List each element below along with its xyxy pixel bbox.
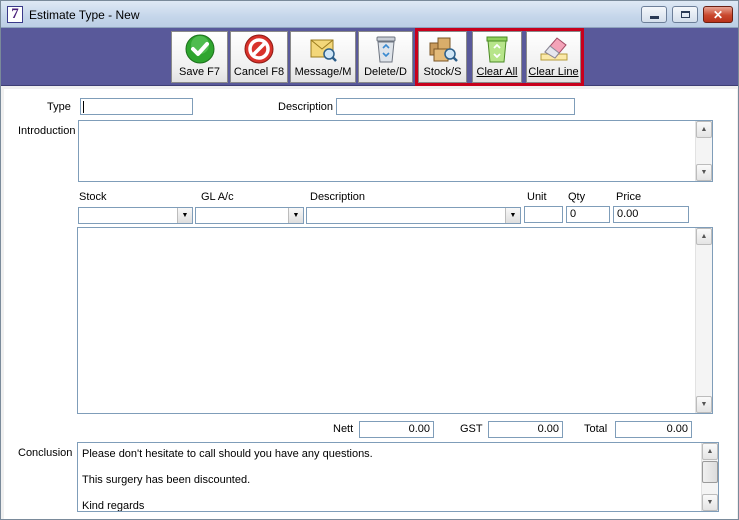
qty-column-label: Qty: [568, 191, 586, 203]
introduction-label: Introduction: [18, 125, 76, 137]
nett-label: Nett: [333, 423, 354, 435]
highlight-box: [415, 28, 584, 86]
type-input[interactable]: [80, 98, 193, 115]
description-input[interactable]: [336, 98, 575, 115]
text-caret: [83, 101, 84, 113]
estimate-lines-grid[interactable]: ▲ ▼: [77, 227, 713, 414]
description-label: Description: [278, 101, 334, 113]
unit-input[interactable]: [524, 206, 563, 223]
qty-input[interactable]: 0: [566, 206, 610, 223]
conclusion-textarea[interactable]: Please don't hesitate to call should you…: [77, 442, 719, 512]
unit-column-label: Unit: [527, 191, 547, 203]
maximize-button[interactable]: [672, 6, 698, 23]
cancel-label: Cancel F8: [233, 66, 285, 78]
window-title: Estimate Type - New: [29, 8, 140, 22]
message-label: Message/M: [294, 66, 352, 78]
price-column-label: Price: [616, 191, 642, 203]
scroll-up-arrow-icon[interactable]: ▲: [702, 443, 718, 460]
gst-value: 0.00: [488, 421, 563, 438]
message-button[interactable]: Message/M: [290, 31, 356, 83]
checkmark-icon: [184, 34, 216, 64]
conclusion-line: Kind regards: [82, 500, 145, 512]
type-label: Type: [47, 101, 71, 113]
close-icon: ✕: [712, 7, 724, 22]
nett-value: 0.00: [359, 421, 434, 438]
line-description-column-label: Description: [310, 191, 366, 203]
close-button[interactable]: ✕: [703, 6, 733, 23]
minimize-icon: [649, 15, 659, 19]
chevron-down-icon[interactable]: ▼: [177, 208, 192, 223]
gl-account-column-label: GL A/c: [201, 191, 234, 203]
scroll-up-arrow-icon[interactable]: ▲: [696, 121, 712, 138]
total-value: 0.00: [615, 421, 692, 438]
chevron-down-icon[interactable]: ▼: [505, 208, 520, 223]
stock-select[interactable]: ▼: [78, 207, 193, 224]
title-bar[interactable]: 7 Estimate Type - New ✕: [1, 1, 738, 28]
scroll-down-arrow-icon[interactable]: ▼: [702, 494, 718, 511]
cancel-button[interactable]: Cancel F8: [230, 31, 288, 83]
minimize-button[interactable]: [641, 6, 667, 23]
app-icon: 7: [7, 6, 23, 23]
line-description-select[interactable]: ▼: [306, 207, 521, 224]
conclusion-line: Please don't hesitate to call should you…: [82, 448, 373, 460]
scroll-down-arrow-icon[interactable]: ▼: [696, 396, 712, 413]
total-label: Total: [584, 423, 608, 435]
cancel-icon: [243, 34, 275, 64]
gl-account-select[interactable]: ▼: [195, 207, 304, 224]
recycle-bin-icon: [370, 34, 402, 64]
save-button[interactable]: Save F7: [171, 31, 228, 83]
introduction-textarea[interactable]: ▲ ▼: [78, 120, 713, 182]
introduction-scrollbar[interactable]: ▲ ▼: [695, 121, 712, 181]
stock-column-label: Stock: [79, 191, 107, 203]
scroll-down-arrow-icon[interactable]: ▼: [696, 164, 712, 181]
introduction-value: [79, 121, 712, 125]
delete-label: Delete/D: [364, 66, 407, 78]
chevron-down-icon[interactable]: ▼: [288, 208, 303, 223]
price-input[interactable]: 0.00: [613, 206, 689, 223]
gst-label: GST: [460, 423, 483, 435]
conclusion-line: This surgery has been discounted.: [82, 474, 251, 486]
save-label: Save F7: [179, 66, 220, 78]
estimate-type-window: 7 Estimate Type - New ✕ Save F7 Cancel F…: [0, 0, 739, 520]
scroll-thumb[interactable]: [702, 461, 718, 483]
scroll-up-arrow-icon[interactable]: ▲: [696, 228, 712, 245]
delete-button[interactable]: Delete/D: [358, 31, 413, 83]
message-search-icon: [307, 34, 339, 64]
conclusion-label: Conclusion: [18, 447, 73, 459]
conclusion-scrollbar[interactable]: ▲ ▼: [701, 443, 718, 511]
lines-scrollbar[interactable]: ▲ ▼: [695, 228, 712, 413]
maximize-icon: [680, 11, 690, 18]
